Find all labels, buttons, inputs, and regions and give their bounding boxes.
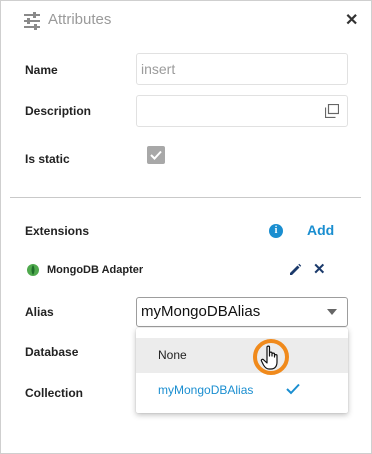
alias-option-mymongodbalias[interactable]: myMongoDBAlias — [136, 373, 348, 408]
open-editor-icon[interactable] — [325, 104, 339, 118]
extensions-label: Extensions — [25, 224, 90, 238]
name-input[interactable]: insert — [136, 53, 348, 85]
info-icon[interactable]: i — [269, 224, 283, 238]
edit-icon[interactable] — [288, 263, 302, 277]
checkmark-icon — [150, 150, 162, 160]
description-label: Description — [25, 104, 92, 118]
alias-option-label: myMongoDBAlias — [158, 383, 254, 397]
collection-label: Collection — [25, 386, 84, 400]
chevron-down-icon — [327, 309, 337, 315]
alias-option-label: None — [158, 348, 187, 362]
name-label: Name — [25, 63, 58, 77]
database-label: Database — [25, 345, 79, 359]
panel-title: Attributes — [48, 11, 112, 28]
alias-label: Alias — [25, 305, 54, 319]
remove-extension-icon[interactable]: ✕ — [313, 261, 326, 279]
is-static-checkbox[interactable] — [147, 146, 165, 164]
check-icon — [286, 383, 300, 395]
alias-option-none[interactable]: None — [136, 338, 348, 373]
alias-select-value: myMongoDBAlias — [141, 303, 261, 320]
description-input[interactable] — [136, 95, 348, 127]
alias-dropdown-menu: None myMongoDBAlias — [136, 328, 348, 413]
is-static-label: Is static — [25, 152, 70, 166]
sliders-icon — [24, 12, 40, 30]
alias-select[interactable]: myMongoDBAlias — [136, 297, 348, 327]
name-placeholder: insert — [141, 61, 176, 77]
extension-name: MongoDB Adapter — [47, 264, 144, 276]
hand-cursor-icon — [260, 345, 278, 370]
divider — [10, 197, 361, 198]
close-icon[interactable]: ✕ — [345, 12, 358, 30]
mongodb-leaf-icon — [27, 264, 39, 276]
attributes-panel: Attributes ✕ Name insert Description Is … — [0, 0, 372, 454]
add-extension-button[interactable]: Add — [307, 222, 334, 238]
